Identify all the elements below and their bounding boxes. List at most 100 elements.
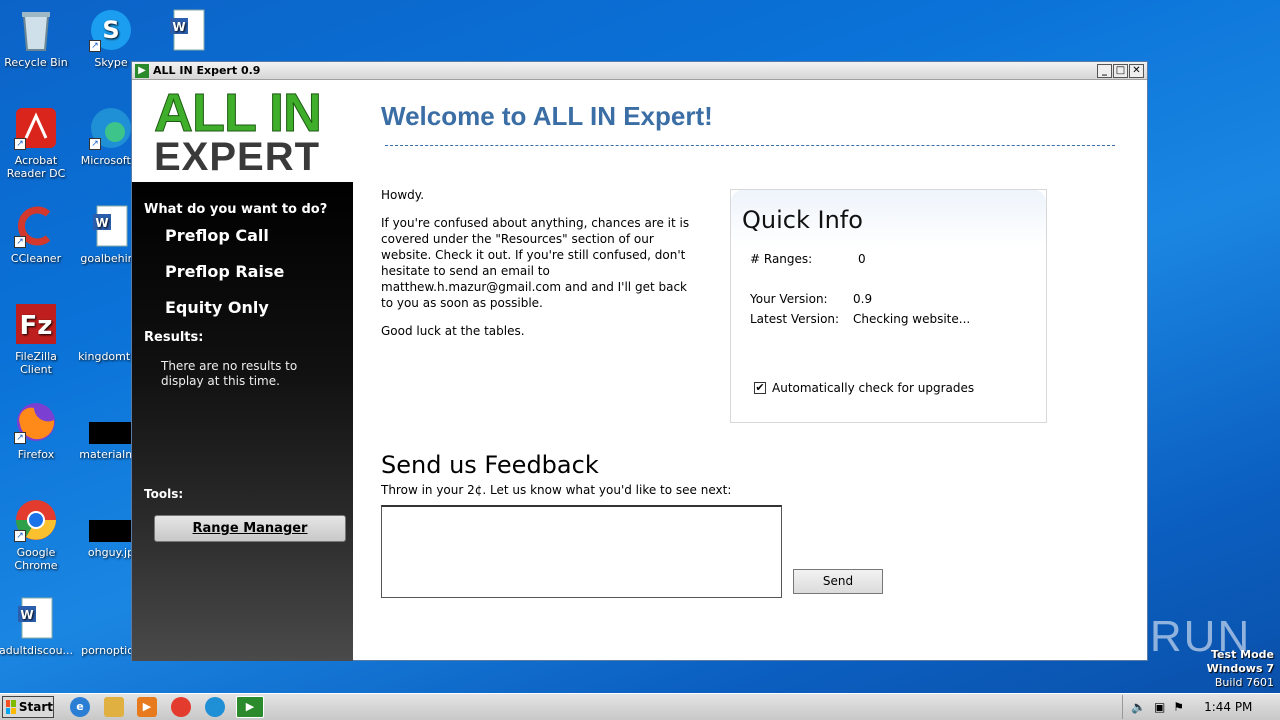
desktop-icon-label: Firefox	[17, 448, 55, 461]
desktop-icon-filezilla[interactable]: Fz FileZilla Client	[0, 302, 74, 376]
test-mode-notice: Test Mode Windows 7 Build 7601	[1207, 648, 1274, 690]
shortcut-arrow-icon: ↗	[14, 236, 26, 248]
blank-file-icon	[89, 596, 133, 640]
your-version-value: 0.9	[853, 292, 873, 306]
desktop-icon-label: FileZilla Client	[15, 350, 57, 376]
shortcut-arrow-icon: ↗	[14, 138, 26, 150]
allin-taskbar-icon[interactable]: ▶	[236, 696, 264, 718]
desktop-icon-skype[interactable]: S ↗ Skype	[73, 8, 149, 69]
ranges-label: # Ranges:	[750, 252, 813, 266]
feedback-title: Send us Feedback	[381, 451, 599, 479]
system-tray: 🔈 ▣ ⚑ 1:44 PM	[1122, 695, 1278, 719]
intro-goodluck: Good luck at the tables.	[381, 324, 525, 338]
latest-version-value: Checking website...	[853, 312, 971, 326]
desktop-icon-ccleaner[interactable]: ↗ CCleaner	[0, 204, 74, 265]
black-thumbnail-icon	[89, 400, 133, 444]
shortcut-arrow-icon: ↗	[89, 40, 101, 52]
app-icon: ▶	[135, 63, 149, 78]
svg-text:W: W	[20, 608, 33, 622]
clock[interactable]: 1:44 PM	[1204, 700, 1252, 714]
desktop-icon-label: Recycle Bin	[4, 56, 68, 69]
skype-icon: S ↗	[89, 8, 133, 52]
desktop-icon-label: Acrobat Reader DC	[6, 154, 66, 180]
app-window: ▶ ALL IN Expert 0.9 _ □ ✕ ALL IN EXPERT …	[131, 61, 1148, 661]
edge-icon: ↗	[89, 106, 133, 150]
auto-check-label: Automatically check for upgrades	[772, 381, 975, 395]
desktop-icon-acrobat[interactable]: ↗ Acrobat Reader DC	[0, 106, 74, 180]
title-divider	[385, 145, 1115, 146]
range-manager-button[interactable]: Range Manager	[154, 515, 346, 542]
svg-text:W: W	[172, 20, 185, 34]
logo: ALL IN EXPERT	[132, 81, 353, 182]
results-heading: Results:	[144, 330, 204, 345]
filezilla-icon: Fz	[14, 302, 58, 346]
svg-text:Fz: Fz	[20, 311, 53, 341]
auto-check-row[interactable]: ✔ Automatically check for upgrades	[754, 381, 974, 395]
window-controls: _ □ ✕	[1097, 63, 1144, 78]
shortcut-arrow-icon: ↗	[14, 530, 26, 542]
send-button[interactable]: Send	[793, 569, 883, 594]
desktop-icon-word-doc[interactable]: W	[150, 8, 226, 56]
main-content: Welcome to ALL IN Expert! Howdy. If you'…	[353, 81, 1147, 661]
flag-icon[interactable]: ⚑	[1173, 700, 1184, 714]
latest-version-label: Latest Version:	[750, 312, 840, 326]
window-title: ALL IN Expert 0.9	[153, 64, 261, 77]
chrome-taskbar-icon[interactable]	[171, 697, 191, 717]
logo-bottom-text: EXPERT	[154, 135, 321, 179]
desktop-icon-label: ohguy.jp	[87, 546, 135, 559]
svg-text:W: W	[95, 216, 108, 230]
results-text: There are no results to display at this …	[161, 359, 298, 388]
desktop-icon-adultdiscou[interactable]: W adultdiscou...	[0, 596, 74, 657]
intro-help: If you're confused about anything, chanc…	[381, 216, 690, 310]
minimize-button[interactable]: _	[1097, 63, 1112, 78]
intro-text: Howdy. If you're confused about anything…	[381, 187, 701, 351]
start-button[interactable]: Start	[2, 696, 54, 718]
quick-info-panel: Quick Info # Ranges: 0 Your Version: 0.9…	[730, 189, 1047, 423]
test-mode-line1: Test Mode	[1211, 648, 1274, 661]
page-title: Welcome to ALL IN Expert!	[381, 101, 713, 131]
ranges-value: 0	[858, 252, 866, 266]
maximize-button[interactable]: □	[1113, 63, 1128, 78]
desktop-icon-label: CCleaner	[10, 252, 62, 265]
black-thumbnail-icon	[89, 498, 133, 542]
recycle-bin-icon	[14, 8, 58, 52]
actions-heading: What do you want to do?	[144, 202, 328, 217]
test-mode-line2: Windows 7	[1206, 662, 1274, 675]
your-version-label: Your Version:	[750, 292, 828, 306]
preflop-raise-link[interactable]: Preflop Raise	[165, 262, 284, 281]
quick-info-title: Quick Info	[731, 190, 1046, 248]
test-mode-line3: Build 7601	[1214, 676, 1274, 689]
title-bar[interactable]: ▶ ALL IN Expert 0.9 _ □ ✕	[132, 62, 1147, 80]
sidebar: ALL IN EXPERT What do you want to do? Pr…	[132, 81, 353, 661]
chrome-icon: ↗	[14, 498, 58, 542]
speaker-icon[interactable]: 🔈	[1131, 700, 1146, 714]
network-icon[interactable]: ▣	[1154, 700, 1165, 714]
taskbar: Start e ▶ ▶ 🔈 ▣ ⚑ 1:44 PM	[0, 693, 1280, 720]
desktop-icon-chrome[interactable]: ↗ Google Chrome	[0, 498, 74, 572]
auto-check-checkbox[interactable]: ✔	[754, 382, 766, 394]
close-button[interactable]: ✕	[1129, 63, 1144, 78]
ccleaner-icon: ↗	[14, 204, 58, 248]
start-label: Start	[18, 700, 53, 714]
ie-icon[interactable]: e	[70, 697, 90, 717]
desktop-icon-label: Google Chrome	[14, 546, 58, 572]
desktop-icon-firefox[interactable]: ↗ Firefox	[0, 400, 74, 461]
equity-only-link[interactable]: Equity Only	[165, 298, 269, 317]
desktop-icon-label: adultdiscou...	[0, 644, 74, 657]
media-player-icon[interactable]: ▶	[137, 697, 157, 717]
svg-text:S: S	[102, 16, 119, 44]
shortcut-arrow-icon: ↗	[89, 138, 101, 150]
feedback-subtitle: Throw in your 2¢. Let us know what you'd…	[381, 483, 732, 497]
edge-taskbar-icon[interactable]	[205, 697, 225, 717]
blank-file-icon	[89, 302, 133, 346]
menu-panel: What do you want to do? Preflop Call Pre…	[132, 182, 353, 661]
preflop-call-link[interactable]: Preflop Call	[165, 226, 269, 245]
explorer-icon[interactable]	[104, 697, 124, 717]
intro-greeting: Howdy.	[381, 188, 425, 202]
logo-top-text: ALL IN	[154, 83, 323, 143]
firefox-icon: ↗	[14, 400, 58, 444]
word-doc-icon: W	[89, 204, 133, 248]
feedback-input[interactable]	[381, 505, 782, 598]
word-doc-icon: W	[166, 8, 210, 52]
desktop-icon-recycle-bin[interactable]: Recycle Bin	[0, 8, 74, 69]
